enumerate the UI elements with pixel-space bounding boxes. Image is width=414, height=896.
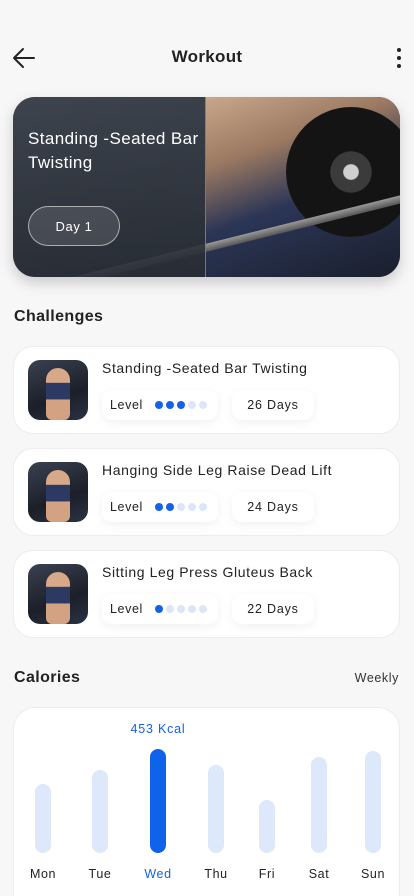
day-label-mon: Mon [30, 867, 56, 881]
level-dot [176, 605, 185, 613]
challenge-thumbnail [28, 462, 88, 522]
workout-photo [17, 97, 400, 277]
level-dot [187, 401, 196, 409]
calories-bar-chart: Mon Tue Wed 453 Kcal Thu Fri Sat Sun [30, 722, 385, 881]
challenge-name: Standing -Seated Bar Twisting [102, 360, 308, 376]
level-dot [176, 503, 185, 511]
day-button[interactable]: Day 1 [28, 206, 120, 246]
level-dot [198, 401, 207, 409]
highlight-value-label: 453 Kcal [130, 722, 185, 736]
bar-tue[interactable] [92, 770, 108, 853]
level-dot [198, 605, 207, 613]
duration-badge: 26 Days [232, 390, 314, 420]
featured-workout-title: Standing -Seated Bar Twisting [28, 129, 199, 172]
level-dot [165, 605, 174, 613]
level-label: Level [110, 398, 143, 412]
level-indicator: Level [102, 390, 218, 420]
day-label-thu: Thu [204, 867, 227, 881]
day-label-tue: Tue [89, 867, 112, 881]
challenge-card[interactable]: Standing -Seated Bar Twisting Level 26 D… [13, 346, 400, 434]
level-dot [176, 401, 185, 409]
level-indicator: Level [102, 594, 218, 624]
level-dots [154, 605, 207, 613]
day-label-sun: Sun [361, 867, 385, 881]
level-dot [154, 605, 163, 613]
bar-thu[interactable] [208, 765, 224, 853]
day-label-fri: Fri [259, 867, 275, 881]
challenge-name: Sitting Leg Press Gluteus Back [102, 564, 313, 580]
bar-sun[interactable] [365, 751, 381, 853]
level-dot [154, 401, 163, 409]
bar-fri[interactable] [259, 800, 275, 853]
calories-chart-card: Mon Tue Wed 453 Kcal Thu Fri Sat Sun [13, 707, 400, 896]
level-dots [154, 401, 207, 409]
challenge-thumbnail [28, 360, 88, 420]
challenge-thumbnail [28, 564, 88, 624]
level-dot [154, 503, 163, 511]
level-dot [187, 605, 196, 613]
app-header: Workout [0, 0, 414, 110]
level-indicator: Level [102, 492, 218, 522]
duration-badge: 22 Days [232, 594, 314, 624]
hero-overlay [13, 97, 206, 277]
challenge-card[interactable]: Hanging Side Leg Raise Dead Lift Level 2… [13, 448, 400, 536]
challenges-heading: Challenges [14, 308, 104, 325]
level-dots [154, 503, 207, 511]
period-selector[interactable]: Weekly [355, 671, 399, 685]
bar-mon[interactable] [35, 784, 51, 853]
featured-workout-card[interactable]: Standing -Seated Bar Twisting Day 1 [13, 97, 400, 277]
bar-sat[interactable] [311, 757, 327, 853]
more-vertical-icon[interactable] [392, 44, 406, 72]
level-label: Level [110, 602, 143, 616]
level-dot [165, 503, 174, 511]
level-label: Level [110, 500, 143, 514]
day-label-sat: Sat [309, 867, 330, 881]
day-label-wed: Wed [144, 867, 171, 881]
page-title: Workout [171, 47, 243, 66]
challenge-name: Hanging Side Leg Raise Dead Lift [102, 462, 333, 478]
level-dot [198, 503, 207, 511]
challenge-card[interactable]: Sitting Leg Press Gluteus Back Level 22 … [13, 550, 400, 638]
bar-wed[interactable] [150, 749, 166, 853]
duration-badge: 24 Days [232, 492, 314, 522]
calories-heading: Calories [14, 669, 81, 686]
level-dot [187, 503, 196, 511]
level-dot [165, 401, 174, 409]
